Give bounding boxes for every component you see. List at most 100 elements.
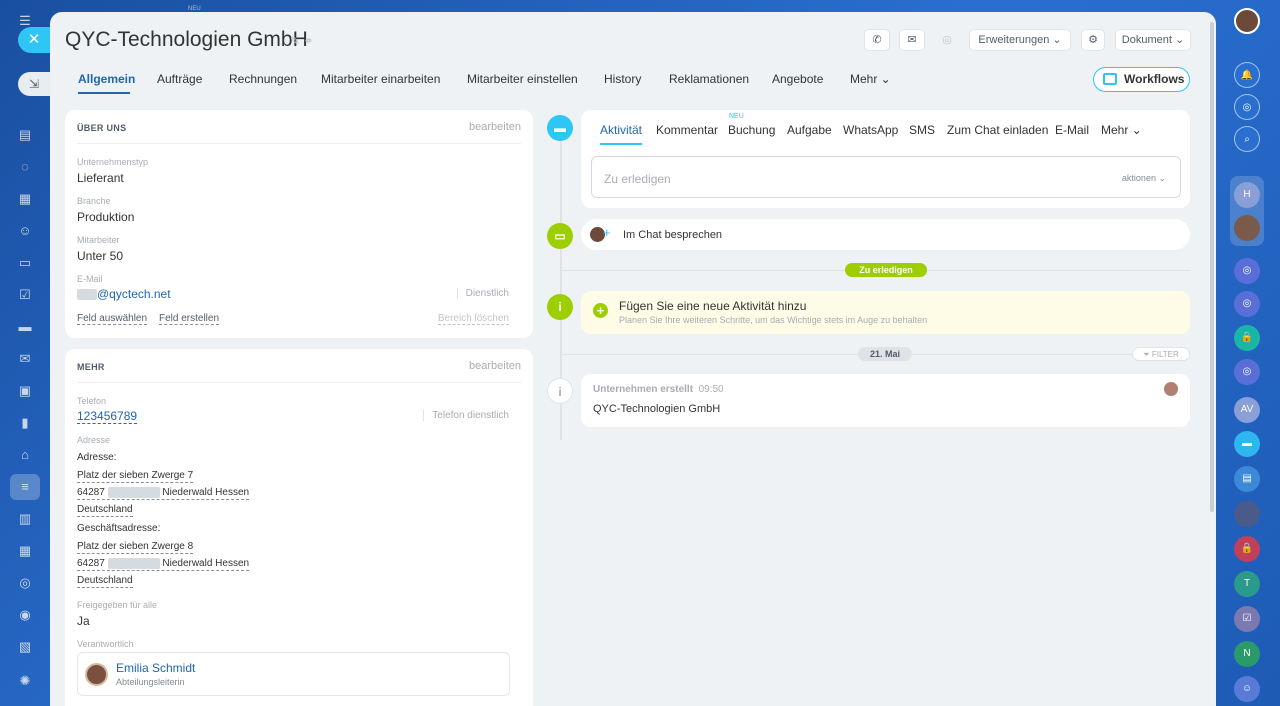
scrollbar[interactable] — [1210, 22, 1214, 512]
add-activity-icon[interactable]: + — [593, 303, 608, 318]
chat-icon[interactable]: ◌ — [16, 158, 34, 176]
business-country[interactable]: Deutschland — [77, 574, 133, 588]
actions-dropdown[interactable]: aktionen ⌄ — [1122, 173, 1166, 184]
activity-tab-buchung[interactable]: Buchung — [728, 123, 775, 137]
tab-allgemein[interactable]: Allgemein — [78, 72, 135, 86]
chat-discuss-card[interactable]: + Im Chat besprechen — [581, 219, 1190, 250]
user-avatar[interactable] — [1234, 8, 1260, 34]
tab-rechnungen[interactable]: Rechnungen — [229, 72, 297, 86]
extensions-dropdown[interactable]: Erweiterungen ⌄ — [970, 30, 1070, 50]
chat-avatar-person[interactable] — [1234, 215, 1260, 241]
chat-avatar-doc[interactable]: ▤ — [1234, 466, 1260, 492]
filter-button[interactable]: ⏷ FILTER — [1132, 347, 1190, 361]
chat-avatar-group[interactable]: ☺ — [1234, 676, 1260, 702]
chat-avatar-3[interactable]: ◎ — [1234, 359, 1260, 385]
activity-tab-whatsapp[interactable]: WhatsApp — [843, 123, 898, 137]
responsible-avatar — [85, 663, 108, 686]
chat-avatar-person2[interactable] — [1234, 501, 1260, 527]
business-city: Niederwald Hessen — [162, 558, 250, 569]
payments-icon[interactable]: ▬ — [16, 318, 34, 336]
chat-avatar-t[interactable]: T — [1234, 571, 1260, 597]
chat-avatar-lock[interactable]: 🔒 — [1234, 325, 1260, 351]
crm-icon[interactable]: ≡ — [10, 474, 40, 500]
industry-label: Branche — [77, 196, 111, 206]
address-line1[interactable]: Platz der sieben Zwerge 7 — [77, 469, 194, 483]
business-city-line[interactable]: 64287 Niederwald Hessen — [77, 557, 250, 571]
analytics-icon[interactable]: ▮ — [16, 414, 34, 432]
settings-doc-icon[interactable]: ▧ — [16, 638, 34, 656]
email-value[interactable]: @qyctech.net — [77, 287, 171, 301]
activity-tab-chat-invite[interactable]: Zum Chat einladen — [947, 123, 1048, 137]
messenger-icon[interactable]: ◎ — [936, 30, 958, 50]
chat-avatar-1[interactable]: ◎ — [1234, 258, 1260, 284]
activity-stream-icon[interactable]: ◎ — [1234, 94, 1260, 120]
bot-icon[interactable]: ◎ — [16, 574, 34, 592]
settings-gear-icon[interactable]: ⚙ — [1082, 30, 1104, 50]
created-event: Unternehmen erstellt 09:50 — [593, 384, 724, 395]
chat-avatar-av[interactable]: AV — [1234, 397, 1260, 423]
workflows-button[interactable]: Workflows — [1093, 67, 1190, 92]
notifications-icon[interactable]: 🔔 — [1234, 62, 1260, 88]
business-address-line1[interactable]: Platz der sieben Zwerge 8 — [77, 540, 194, 554]
shop-icon[interactable]: ⌂ — [16, 446, 34, 464]
about-edit-link[interactable]: bearbeiten — [469, 121, 521, 133]
create-field-link[interactable]: Feld erstellen — [159, 313, 220, 325]
more-card: MEHR bearbeiten Telefon 123456789 Telefo… — [65, 349, 533, 706]
document-dropdown[interactable]: Dokument ⌄ — [1116, 30, 1190, 50]
address-city-line[interactable]: 64287 Niederwald Hessen — [77, 486, 250, 500]
close-slider-button[interactable]: ✕ — [18, 27, 50, 53]
goals-icon[interactable]: ◉ — [16, 606, 34, 624]
activity-tab-sms[interactable]: SMS — [909, 123, 935, 137]
business-address-sublabel: Geschäftsadresse: — [77, 523, 161, 534]
select-field-link[interactable]: Feld auswählen — [77, 313, 148, 325]
app-sidebar: ☰ NEU ✕ ⇲ ▤ ◌ ▦ ☺ ▭ ☑ ▬ ✉ ▣ ▮ ⌂ ≡ ▥ ▦ ◎ … — [0, 0, 201, 706]
phone-label: Telefon — [77, 396, 107, 406]
tab-auftraege[interactable]: Aufträge — [157, 72, 202, 86]
tab-reklamationen[interactable]: Reklamationen — [669, 72, 749, 86]
phone-icon[interactable]: ✆ — [865, 30, 889, 50]
files-icon[interactable]: ▭ — [16, 254, 34, 272]
tab-history[interactable]: History — [604, 72, 641, 86]
chat-avatar-task[interactable]: ☑ — [1234, 606, 1260, 632]
delete-section-link[interactable]: Bereich löschen — [437, 313, 509, 325]
tab-angebote[interactable]: Angebote — [772, 72, 823, 86]
tab-mitarbeiter-einarbeiten[interactable]: Mitarbeiter einarbeiten — [321, 72, 440, 86]
tab-more[interactable]: Mehr ⌄ — [850, 72, 891, 86]
chat-avatar-msg[interactable]: ▬ — [1234, 431, 1260, 457]
documents-icon[interactable]: ▤ — [16, 126, 34, 144]
chat-avatar-lock2[interactable]: 🔒 — [1234, 536, 1260, 562]
tab-mitarbeiter-einstellen[interactable]: Mitarbeiter einstellen — [467, 72, 578, 86]
reports-icon[interactable]: ▣ — [16, 382, 34, 400]
search-chat-icon[interactable]: ⌕ — [1234, 126, 1260, 152]
activity-tab-email[interactable]: E-Mail — [1055, 123, 1089, 137]
more-apps-icon[interactable]: ✺ — [16, 672, 34, 690]
chat-avatar-2[interactable]: ◎ — [1234, 291, 1260, 317]
employees-value: Unter 50 — [77, 249, 124, 263]
mail-icon[interactable]: ✉ — [16, 350, 34, 368]
minimize-slider-button[interactable]: ⇲ — [18, 72, 50, 96]
author-avatar[interactable] — [1164, 382, 1178, 396]
activity-tab-aufgabe[interactable]: Aufgabe — [787, 123, 832, 137]
todo-input[interactable]: Zu erledigen aktionen ⌄ — [591, 156, 1181, 198]
tasks-icon[interactable]: ☑ — [16, 286, 34, 304]
sites-icon[interactable]: ▥ — [16, 510, 34, 528]
contacts-icon[interactable]: ☺ — [16, 222, 34, 240]
responsible-box[interactable]: Emilia Schmidt Abteilungsleiterin — [77, 652, 510, 696]
chat-avatar-n[interactable]: N — [1234, 641, 1260, 667]
more-edit-link[interactable]: bearbeiten — [469, 360, 521, 372]
divider — [77, 382, 521, 383]
chat-avatar-h[interactable]: H — [1234, 182, 1260, 208]
activity-tab-kommentar[interactable]: Kommentar — [656, 123, 718, 137]
address-zip: 64287 — [77, 487, 105, 498]
responsible-name[interactable]: Emilia Schmidt — [116, 661, 195, 675]
phone-value[interactable]: 123456789 — [77, 409, 138, 424]
activity-tab-more[interactable]: Mehr ⌄ — [1101, 123, 1142, 137]
address-country[interactable]: Deutschland — [77, 503, 133, 517]
calendar-icon[interactable]: ▦ — [16, 190, 34, 208]
automation-icon[interactable]: ▦ — [16, 542, 34, 560]
activity-tab-aktivitaet[interactable]: Aktivität — [600, 123, 642, 137]
edit-title-icon[interactable]: ✎ ⚭ — [290, 34, 313, 48]
add-activity-card[interactable]: + Fügen Sie eine neue Aktivität hinzu Pl… — [581, 291, 1190, 334]
todo-placeholder: Zu erledigen — [604, 172, 671, 186]
mail-icon[interactable]: ✉ — [900, 30, 924, 50]
